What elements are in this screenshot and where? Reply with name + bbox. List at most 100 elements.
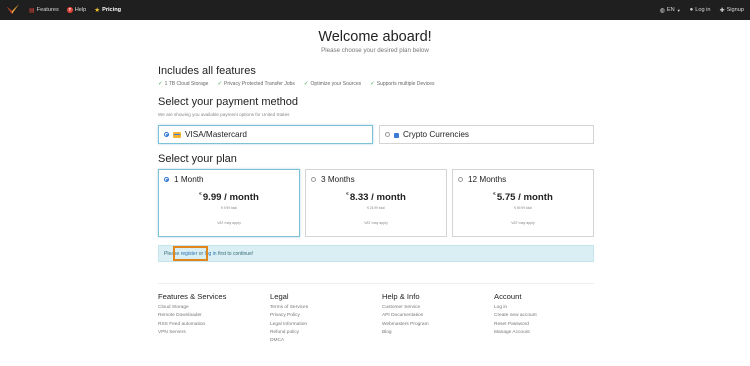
plan-vat-note: VAT may apply bbox=[217, 221, 241, 225]
nav-login-label: Log in bbox=[695, 7, 711, 13]
feature-label: Optimize your Sources bbox=[310, 81, 362, 87]
payment-option-label: VISA/Mastercard bbox=[185, 130, 247, 139]
plan-price: €9.99 / month bbox=[159, 192, 299, 203]
features-heading: Includes all features bbox=[158, 65, 256, 77]
currency-symbol: € bbox=[493, 192, 496, 197]
plan-vat-note: VAT may apply bbox=[364, 221, 388, 225]
register-highlight-box bbox=[173, 246, 208, 261]
plan-title: 1 Month bbox=[174, 175, 204, 184]
plan-option-12-months[interactable]: 12 Months €5.75 / month € 69.99 total VA… bbox=[452, 169, 594, 237]
plan-title: 12 Months bbox=[468, 175, 507, 184]
login-required-alert: Please register or log in first to conti… bbox=[158, 245, 594, 262]
user-icon: ● bbox=[689, 7, 694, 13]
language-selector[interactable]: ◍ EN ▼ bbox=[660, 7, 681, 14]
footer-column-help: Help & Info Customer Service API Documen… bbox=[382, 292, 429, 337]
footer-column-account: Account Log in Create new account Reset … bbox=[494, 292, 537, 337]
footer-link[interactable]: Reset Password bbox=[494, 321, 537, 329]
footer-link[interactable]: Log in bbox=[494, 304, 537, 312]
payment-note: We are showing you available payment opt… bbox=[158, 112, 290, 117]
nav-help-label: Help bbox=[74, 7, 87, 13]
footer-column-legal: Legal Terms of Services Privacy Policy L… bbox=[270, 292, 308, 345]
radio-button[interactable] bbox=[385, 132, 390, 137]
footer-link[interactable]: Webmasters Program bbox=[382, 321, 429, 329]
caret-down-icon: ▼ bbox=[676, 7, 681, 13]
nav-login[interactable]: ● Log in bbox=[690, 7, 711, 13]
page-subtitle: Please choose your desired plan below bbox=[321, 47, 429, 54]
payment-option-label: Crypto Currencies bbox=[403, 130, 469, 139]
footer-link[interactable]: VPN Servers bbox=[158, 329, 226, 337]
footer-link[interactable]: Remote Downloader bbox=[158, 312, 226, 320]
nav-signup-label: Signup bbox=[726, 7, 744, 13]
footer-heading: Features & Services bbox=[158, 292, 227, 301]
footer-link[interactable]: Legal Information bbox=[270, 321, 308, 329]
check-icon: ✓ bbox=[217, 81, 223, 87]
plan-option-3-months[interactable]: 3 Months €8.33 / month € 24.99 total VAT… bbox=[305, 169, 447, 237]
feature-item: ✓ Supports multiple Devices bbox=[370, 81, 434, 87]
nav-features[interactable]: ▤ Features bbox=[29, 7, 59, 14]
nav-help[interactable]: ? Help bbox=[66, 7, 87, 13]
plan-total: € 69.99 total bbox=[514, 206, 532, 210]
alert-suffix: first to continue! bbox=[216, 251, 254, 257]
nav-pricing[interactable]: ★ Pricing bbox=[94, 6, 121, 14]
lock-icon bbox=[394, 133, 399, 138]
language-label: EN bbox=[666, 7, 675, 13]
footer-column-services: Features & Services Cloud Storage Remote… bbox=[158, 292, 226, 337]
help-icon: ? bbox=[66, 7, 73, 13]
footer-heading: Account bbox=[494, 292, 522, 301]
nav-pricing-label: Pricing bbox=[102, 7, 122, 13]
page-title: Welcome aboard! bbox=[318, 29, 432, 45]
footer-link[interactable]: API Documentation bbox=[382, 312, 429, 320]
radio-button[interactable] bbox=[311, 177, 316, 182]
grid-icon: ▤ bbox=[29, 7, 35, 14]
check-icon: ✓ bbox=[370, 81, 375, 87]
footer-link[interactable]: Terms of Services bbox=[270, 304, 308, 312]
footer-link[interactable]: Refund policy bbox=[270, 329, 308, 337]
footer-link[interactable]: Blog bbox=[382, 329, 429, 337]
top-navbar: ▤ Features ? Help ★ Pricing ◍ EN ▼ ● Log… bbox=[0, 0, 750, 20]
feature-item: ✓ 1 TB Cloud Storage bbox=[158, 81, 208, 87]
star-icon: ★ bbox=[94, 7, 101, 14]
footer-link[interactable]: Create new account bbox=[494, 312, 537, 320]
plan-price-value: 9.99 / month bbox=[202, 192, 259, 203]
plans-heading: Select your plan bbox=[158, 153, 237, 165]
footer-link[interactable]: Manage Account bbox=[494, 329, 537, 337]
footer-heading: Legal bbox=[270, 292, 289, 301]
footer-link[interactable]: RSS Feed automation bbox=[158, 321, 226, 329]
footer-divider bbox=[158, 283, 594, 284]
radio-button[interactable] bbox=[458, 177, 463, 182]
features-list: ✓ 1 TB Cloud Storage ✓ Privacy Protected T… bbox=[158, 81, 435, 87]
currency-symbol: € bbox=[199, 192, 202, 197]
feature-label: 1 TB Cloud Storage bbox=[164, 81, 209, 87]
payment-option-visa[interactable]: VISA/Mastercard bbox=[158, 125, 373, 144]
plan-price: €5.75 / month bbox=[453, 192, 593, 203]
footer-link[interactable]: DMCA bbox=[270, 337, 308, 345]
logo-icon[interactable] bbox=[6, 3, 20, 17]
plan-option-1-month[interactable]: 1 Month €9.99 / month € 9.99 total VAT m… bbox=[158, 169, 300, 237]
nav-signup[interactable]: ✚ Signup bbox=[720, 7, 744, 14]
user-plus-icon: ✚ bbox=[719, 7, 725, 14]
globe-icon: ◍ bbox=[659, 7, 665, 14]
plan-price-value: 5.75 / month bbox=[496, 192, 553, 203]
footer-link[interactable]: Customer Service bbox=[382, 304, 429, 312]
payment-heading: Select your payment method bbox=[158, 96, 299, 108]
credit-card-icon bbox=[173, 131, 181, 138]
plan-price-value: 8.33 / month bbox=[349, 192, 406, 203]
feature-label: Supports multiple Devices bbox=[376, 81, 435, 87]
check-icon: ✓ bbox=[158, 81, 163, 87]
plan-total: € 24.99 total bbox=[367, 206, 385, 210]
nav-features-label: Features bbox=[36, 7, 59, 13]
feature-label: Privacy Protected Transfer Jobs bbox=[224, 81, 295, 87]
plan-total: € 9.99 total bbox=[221, 206, 237, 210]
payment-option-crypto[interactable]: Crypto Currencies bbox=[379, 125, 594, 144]
footer-link[interactable]: Cloud Storage bbox=[158, 304, 226, 312]
plan-title: 3 Months bbox=[321, 175, 355, 184]
radio-button[interactable] bbox=[164, 132, 169, 137]
footer-link[interactable]: Privacy Policy bbox=[270, 312, 308, 320]
footer-heading: Help & Info bbox=[382, 292, 420, 301]
radio-button[interactable] bbox=[164, 177, 169, 182]
plan-price: €8.33 / month bbox=[306, 192, 446, 203]
plan-vat-note: VAT may apply bbox=[511, 221, 535, 225]
currency-symbol: € bbox=[346, 192, 349, 197]
feature-item: ✓ Optimize your Sources bbox=[304, 81, 361, 87]
feature-item: ✓ Privacy Protected Transfer Jobs bbox=[217, 81, 294, 87]
